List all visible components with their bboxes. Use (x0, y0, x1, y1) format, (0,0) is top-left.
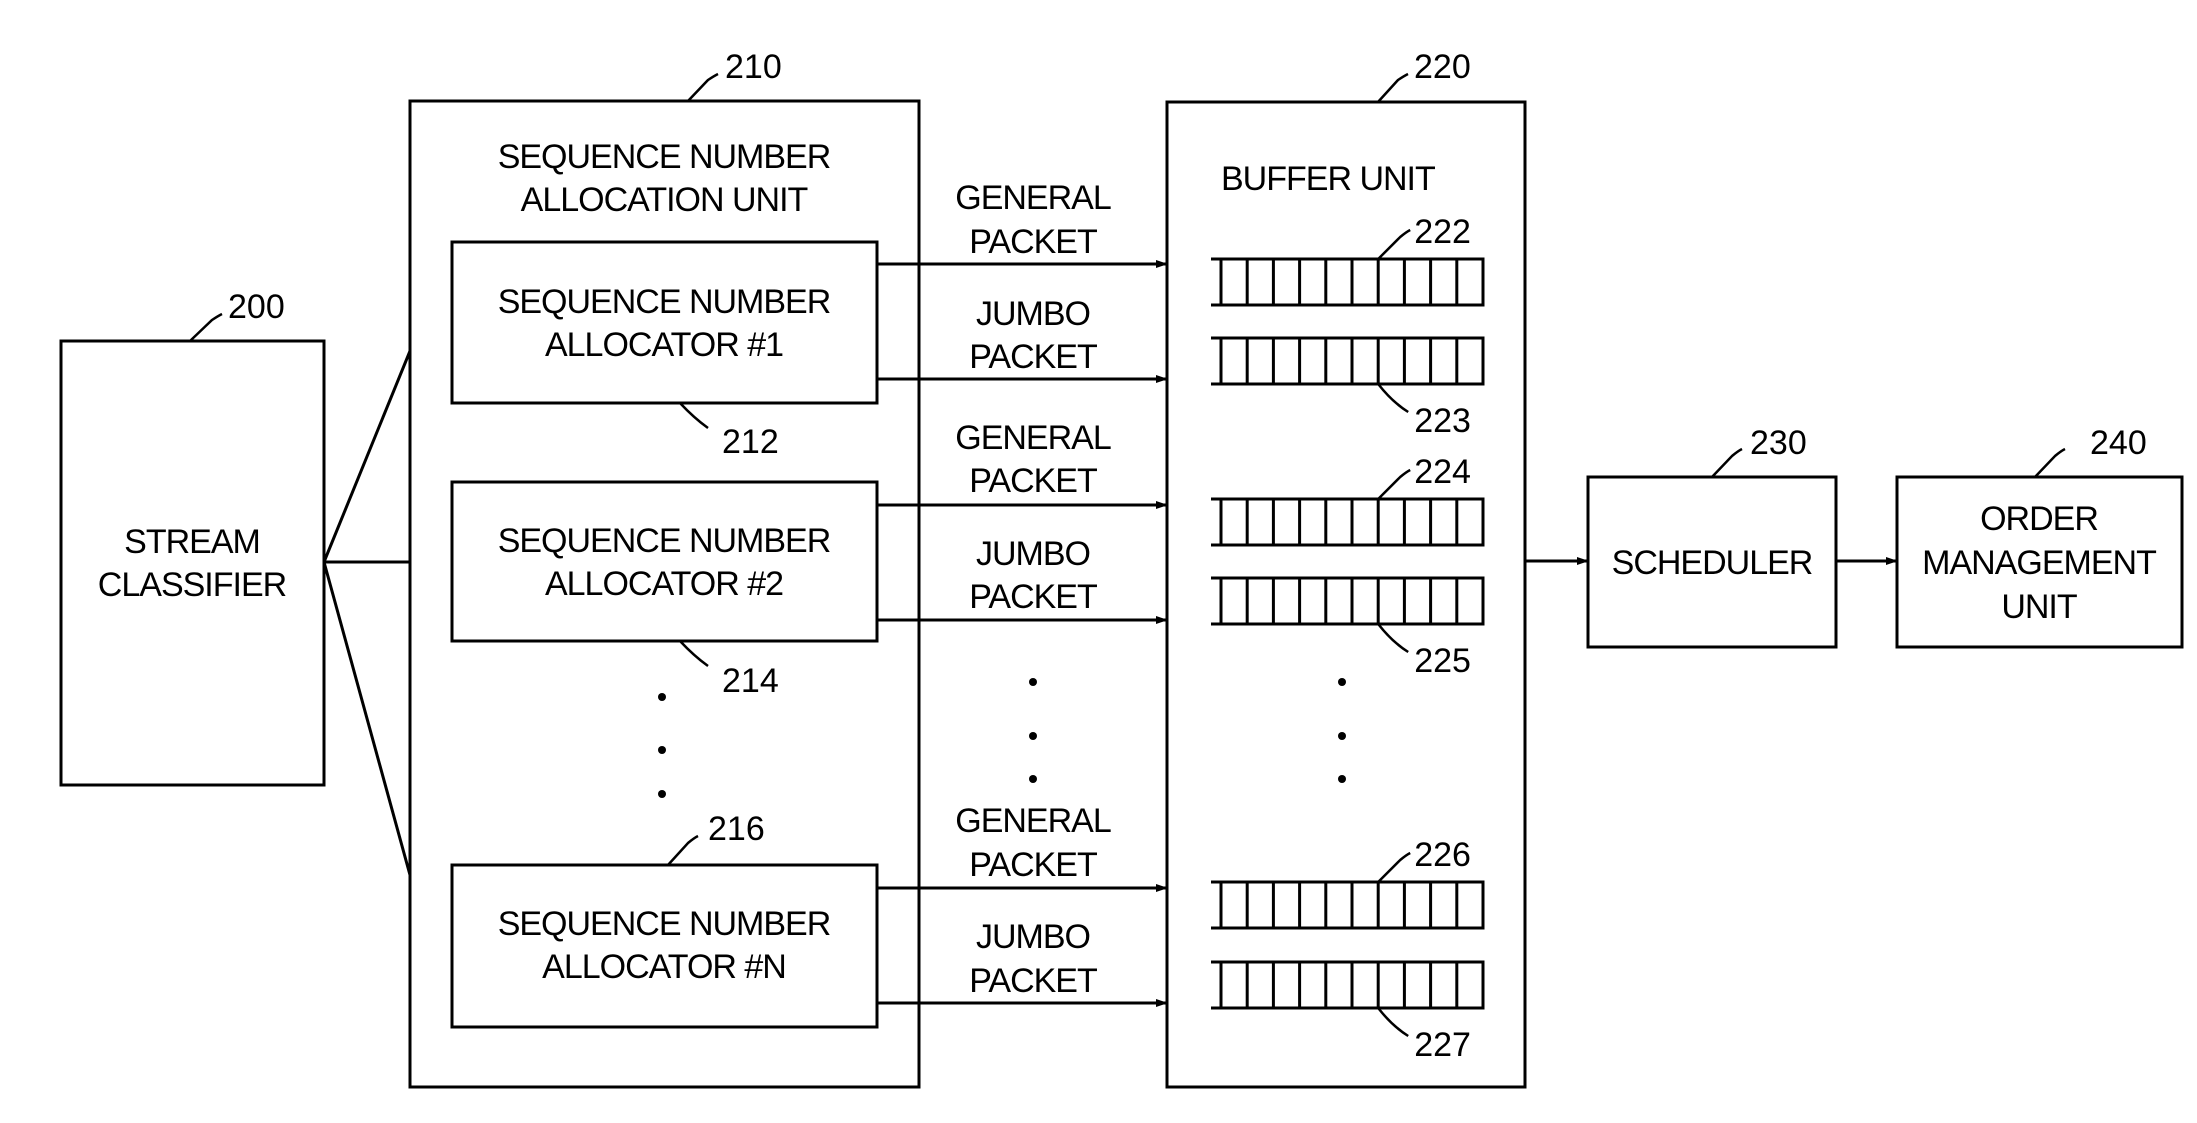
ref-number-210: 210 (725, 48, 782, 86)
stream-classifier-label-line1: STREAM (124, 523, 260, 561)
ref-number-230: 230 (1750, 424, 1807, 462)
ref-number-216: 216 (708, 810, 765, 848)
jumbo-packet-label-1a: JUMBO (976, 295, 1090, 333)
ref-leader-240 (2034, 447, 2066, 478)
jumbo-packet-label-2b: PACKET (969, 578, 1097, 616)
stream-classifier-block: STREAM CLASSIFIER 200 (59, 288, 326, 787)
jumbo-packet-label-1b: PACKET (969, 338, 1097, 376)
general-packet-label-1a: GENERAL (955, 179, 1111, 217)
packet-labels: GENERAL PACKET JUMBO PACKET GENERAL PACK… (955, 179, 1112, 1000)
ellipsis-dot (1338, 732, 1346, 740)
ref-leader-230 (1711, 447, 1743, 478)
allocator-1-label-line2: ALLOCATOR #1 (545, 326, 783, 364)
ref-leader-200 (189, 312, 223, 342)
allocation-unit-title-line2: ALLOCATION UNIT (521, 181, 808, 219)
general-packet-label-1b: PACKET (969, 223, 1097, 261)
scheduler-label: SCHEDULER (1612, 544, 1813, 582)
ellipsis-dot (658, 746, 666, 754)
ellipsis-dot (1338, 775, 1346, 783)
ref-number-212: 212 (722, 423, 779, 461)
ref-leader-220 (1377, 72, 1409, 103)
order-management-label-line1: ORDER (1980, 500, 2098, 538)
block-diagram: STREAM CLASSIFIER 200 SEQUENCE NUMBER AL… (59, 48, 2184, 1089)
ellipsis-dot (1029, 678, 1037, 686)
allocator-1-label-line1: SEQUENCE NUMBER (498, 283, 831, 321)
ref-number-227: 227 (1414, 1026, 1471, 1064)
ref-number-240: 240 (2090, 424, 2147, 462)
scheduler-block: SCHEDULER 230 (1586, 424, 1838, 649)
general-packet-label-2a: GENERAL (955, 419, 1111, 457)
allocator-2-label-line1: SEQUENCE NUMBER (498, 522, 831, 560)
ref-leader-210 (687, 72, 719, 102)
classifier-fanout (322, 350, 412, 876)
order-management-label-line3: UNIT (2001, 588, 2077, 626)
fanout-line-bottom (322, 561, 412, 876)
jumbo-packet-label-2a: JUMBO (976, 535, 1090, 573)
buffer-unit-title: BUFFER UNIT (1221, 160, 1435, 198)
jumbo-packet-label-nb: PACKET (969, 962, 1097, 1000)
ref-number-224: 224 (1414, 453, 1471, 491)
ellipsis-dot (1338, 678, 1346, 686)
ellipsis-dot (658, 790, 666, 798)
allocator-n-label-line2: ALLOCATOR #N (542, 948, 786, 986)
ref-number-222: 222 (1414, 213, 1471, 251)
allocator-2-label-line2: ALLOCATOR #2 (545, 565, 783, 603)
allocation-unit-title-line1: SEQUENCE NUMBER (498, 138, 831, 176)
general-packet-label-na: GENERAL (955, 802, 1111, 840)
ref-number-214: 214 (722, 662, 779, 700)
ellipsis-dot (1029, 732, 1037, 740)
general-packet-label-nb: PACKET (969, 846, 1097, 884)
general-packet-label-2b: PACKET (969, 462, 1097, 500)
stream-classifier-label-line2: CLASSIFIER (98, 566, 286, 604)
ref-number-200: 200 (228, 288, 285, 326)
jumbo-packet-label-na: JUMBO (976, 918, 1090, 956)
ellipsis-dot (658, 693, 666, 701)
buffer-unit-block: BUFFER UNIT 220 (1165, 48, 1527, 1089)
order-management-block: ORDER MANAGEMENT UNIT 240 (1895, 424, 2184, 649)
packet-ellipsis (1029, 678, 1037, 783)
ref-number-226: 226 (1414, 836, 1471, 874)
allocator-n-label-line1: SEQUENCE NUMBER (498, 905, 831, 943)
order-management-label-line2: MANAGEMENT (1922, 544, 2156, 582)
ellipsis-dot (1029, 775, 1037, 783)
ref-number-220: 220 (1414, 48, 1471, 86)
ref-number-223: 223 (1414, 402, 1471, 440)
ref-number-225: 225 (1414, 642, 1471, 680)
fanout-line-top (322, 350, 412, 563)
